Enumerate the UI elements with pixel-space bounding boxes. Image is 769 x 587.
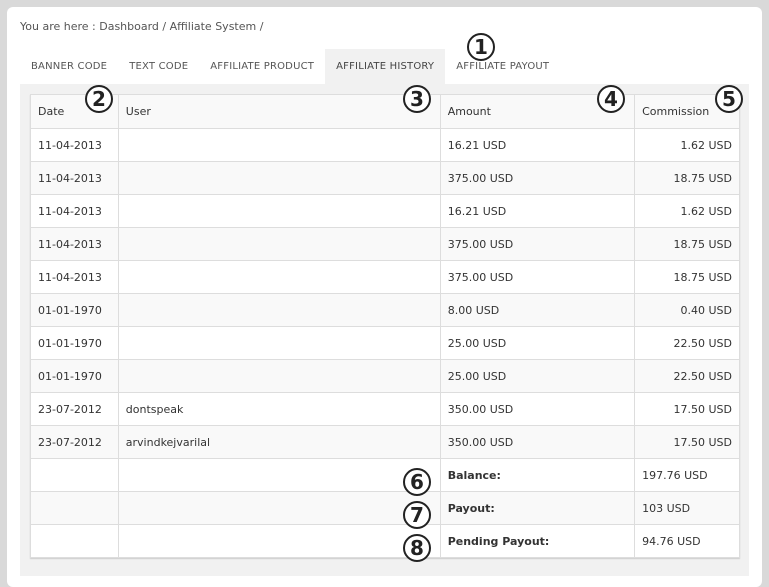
annotation-marker-1: 1 xyxy=(467,33,495,61)
cell-commission: 22.50 USD xyxy=(634,359,740,393)
cell-commission: 1.62 USD xyxy=(634,194,740,228)
cell-user xyxy=(117,260,441,294)
cell-user xyxy=(117,293,441,327)
annotation-marker-4: 4 xyxy=(597,85,625,113)
cell-date: 11-04-2013 xyxy=(30,161,119,195)
annotation-marker-6: 6 xyxy=(403,468,431,496)
cell-commission: 18.75 USD xyxy=(634,227,740,261)
cell-amount: 350.00 USD xyxy=(439,392,636,426)
empty-cell xyxy=(30,524,119,558)
cell-commission: 22.50 USD xyxy=(634,326,740,360)
table-row: 11-04-2013 16.21 USD 1.62 USD xyxy=(30,194,740,228)
summary-label: Balance: xyxy=(439,458,636,492)
cell-amount: 375.00 USD xyxy=(439,227,636,261)
cell-amount: 375.00 USD xyxy=(439,260,636,294)
annotation-marker-7: 7 xyxy=(403,501,431,529)
table-row: 11-04-2013 375.00 USD 18.75 USD xyxy=(30,227,740,261)
cell-user: arvindkejvarilal xyxy=(117,425,441,459)
annotation-marker-5: 5 xyxy=(715,85,743,113)
summary-label: Pending Payout: xyxy=(439,524,636,558)
tab-banner-code[interactable]: BANNER CODE xyxy=(20,49,118,84)
cell-date: 23-07-2012 xyxy=(30,425,119,459)
summary-value: 103 USD xyxy=(634,491,740,525)
cell-amount: 350.00 USD xyxy=(439,425,636,459)
cell-user xyxy=(117,128,441,162)
cell-amount: 375.00 USD xyxy=(439,161,636,195)
breadcrumb: You are here : Dashboard / Affiliate Sys… xyxy=(20,20,264,33)
table-row: 01-01-1970 25.00 USD 22.50 USD xyxy=(30,359,740,393)
affiliate-history-table: Date User Amount Commission 11-04-2013 16… xyxy=(30,94,740,558)
tab-affiliate-history[interactable]: AFFILIATE HISTORY xyxy=(325,49,446,84)
summary-value: 197.76 USD xyxy=(634,458,740,492)
cell-user xyxy=(117,227,441,261)
tab-affiliate-payout[interactable]: AFFILIATE PAYOUT xyxy=(445,49,560,84)
summary-row: Balance: 197.76 USD xyxy=(30,458,740,492)
cell-date: 01-01-1970 xyxy=(30,359,119,393)
cell-amount: 16.21 USD xyxy=(439,194,636,228)
annotation-marker-3: 3 xyxy=(403,85,431,113)
summary-row: Payout: 103 USD xyxy=(30,491,740,525)
table-row: 11-04-2013 16.21 USD 1.62 USD xyxy=(30,128,740,162)
annotation-marker-2: 2 xyxy=(85,85,113,113)
cell-commission: 1.62 USD xyxy=(634,128,740,162)
cell-amount: 16.21 USD xyxy=(439,128,636,162)
table-row: 01-01-1970 25.00 USD 22.50 USD xyxy=(30,326,740,360)
table-row: 11-04-2013 375.00 USD 18.75 USD xyxy=(30,260,740,294)
cell-date: 01-01-1970 xyxy=(30,293,119,327)
tab-content: Date User Amount Commission 11-04-2013 16… xyxy=(20,84,749,576)
cell-user xyxy=(117,359,441,393)
main-panel: You are here : Dashboard / Affiliate Sys… xyxy=(7,7,762,587)
cell-user xyxy=(117,194,441,228)
cell-commission: 17.50 USD xyxy=(634,392,740,426)
summary-label: Payout: xyxy=(439,491,636,525)
cell-date: 01-01-1970 xyxy=(30,326,119,360)
cell-amount: 8.00 USD xyxy=(439,293,636,327)
empty-cell xyxy=(117,458,441,492)
tab-affiliate-product[interactable]: AFFILIATE PRODUCT xyxy=(199,49,325,84)
summary-value: 94.76 USD xyxy=(634,524,740,558)
cell-amount: 25.00 USD xyxy=(439,359,636,393)
cell-user: dontspeak xyxy=(117,392,441,426)
cell-date: 23-07-2012 xyxy=(30,392,119,426)
cell-commission: 17.50 USD xyxy=(634,425,740,459)
cell-commission: 0.40 USD xyxy=(634,293,740,327)
cell-amount: 25.00 USD xyxy=(439,326,636,360)
summary-row: Pending Payout: 94.76 USD xyxy=(30,524,740,558)
empty-cell xyxy=(117,491,441,525)
empty-cell xyxy=(30,491,119,525)
empty-cell xyxy=(30,458,119,492)
table-row: 23-07-2012 dontspeak 350.00 USD 17.50 USD xyxy=(30,392,740,426)
table-row: 11-04-2013 375.00 USD 18.75 USD xyxy=(30,161,740,195)
column-header-user[interactable]: User xyxy=(117,94,441,129)
table-row: 23-07-2012 arvindkejvarilal 350.00 USD 17.5… xyxy=(30,425,740,459)
table-row: 01-01-1970 8.00 USD 0.40 USD xyxy=(30,293,740,327)
cell-user xyxy=(117,161,441,195)
cell-date: 11-04-2013 xyxy=(30,128,119,162)
cell-commission: 18.75 USD xyxy=(634,161,740,195)
tab-text-code[interactable]: TEXT CODE xyxy=(118,49,199,84)
cell-date: 11-04-2013 xyxy=(30,194,119,228)
cell-commission: 18.75 USD xyxy=(634,260,740,294)
table-header-row: Date User Amount Commission xyxy=(30,94,740,129)
cell-date: 11-04-2013 xyxy=(30,227,119,261)
cell-date: 11-04-2013 xyxy=(30,260,119,294)
cell-user xyxy=(117,326,441,360)
annotation-marker-8: 8 xyxy=(403,534,431,562)
empty-cell xyxy=(117,524,441,558)
